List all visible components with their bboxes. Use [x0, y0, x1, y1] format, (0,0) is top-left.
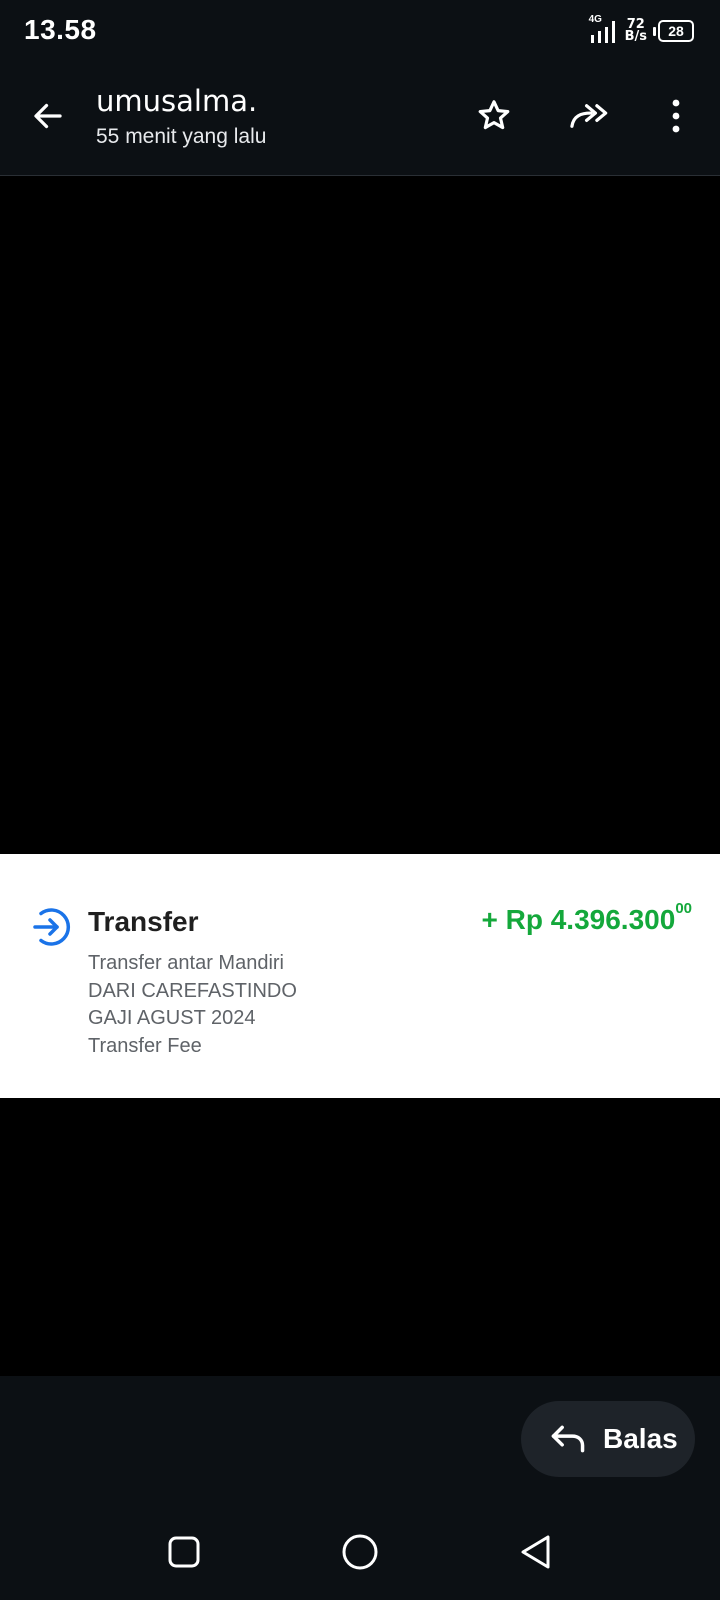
forward-icon [570, 104, 608, 128]
transaction-title: Transfer [88, 906, 199, 937]
star-button[interactable] [468, 90, 520, 142]
more-options-button[interactable] [650, 90, 702, 142]
reply-panel: Balas [0, 1376, 720, 1500]
battery-level: 28 [658, 20, 694, 42]
battery-icon: 28 [653, 20, 694, 42]
sender-name: umusalma. [96, 84, 258, 118]
back-arrow-icon [34, 103, 62, 129]
forward-button[interactable] [565, 90, 617, 142]
transfer-in-icon [33, 908, 71, 946]
status-icons: 4G 72 B/s 28 [588, 14, 694, 46]
detail-line: Transfer antar Mandiri [88, 952, 284, 974]
transaction-card: Transfer + Rp 4.396.30000 Transfer antar… [0, 854, 720, 1098]
status-time: 13.58 [24, 14, 97, 45]
home-button[interactable] [338, 1530, 382, 1574]
recent-apps-icon [168, 1536, 200, 1568]
back-button[interactable] [22, 90, 74, 142]
network-speed: 72 B/s [624, 17, 647, 44]
reply-icon [551, 1425, 585, 1453]
email-header: umusalma. 55 menit yang lalu [0, 64, 720, 176]
system-nav-bar [0, 1500, 720, 1600]
signal-icon: 4G [588, 14, 619, 45]
sent-time: 55 menit yang lalu [96, 125, 267, 148]
more-vertical-icon [672, 99, 680, 133]
detail-line: DARI CAREFASTINDO [88, 979, 297, 1002]
recent-apps-button[interactable] [162, 1530, 206, 1574]
transaction-amount: + Rp 4.396.30000 [481, 900, 693, 935]
reply-button[interactable]: Balas [521, 1401, 695, 1477]
reply-label: Balas [603, 1423, 678, 1454]
transaction-details: Transfer antar Mandiri DARI CAREFASTINDO… [88, 950, 297, 1060]
network-type: 4G [588, 14, 602, 25]
back-icon [521, 1535, 550, 1569]
status-bar: 13.58 4G 72 B/s 28 [0, 0, 720, 64]
attachment-image[interactable]: Transfer + Rp 4.396.30000 Transfer antar… [0, 176, 720, 1376]
detail-line: GAJI AGUST 2024 [88, 1007, 256, 1029]
system-back-button[interactable] [514, 1530, 558, 1574]
detail-line: Transfer Fee [88, 1034, 202, 1057]
star-icon [478, 100, 510, 130]
home-icon [342, 1534, 378, 1570]
